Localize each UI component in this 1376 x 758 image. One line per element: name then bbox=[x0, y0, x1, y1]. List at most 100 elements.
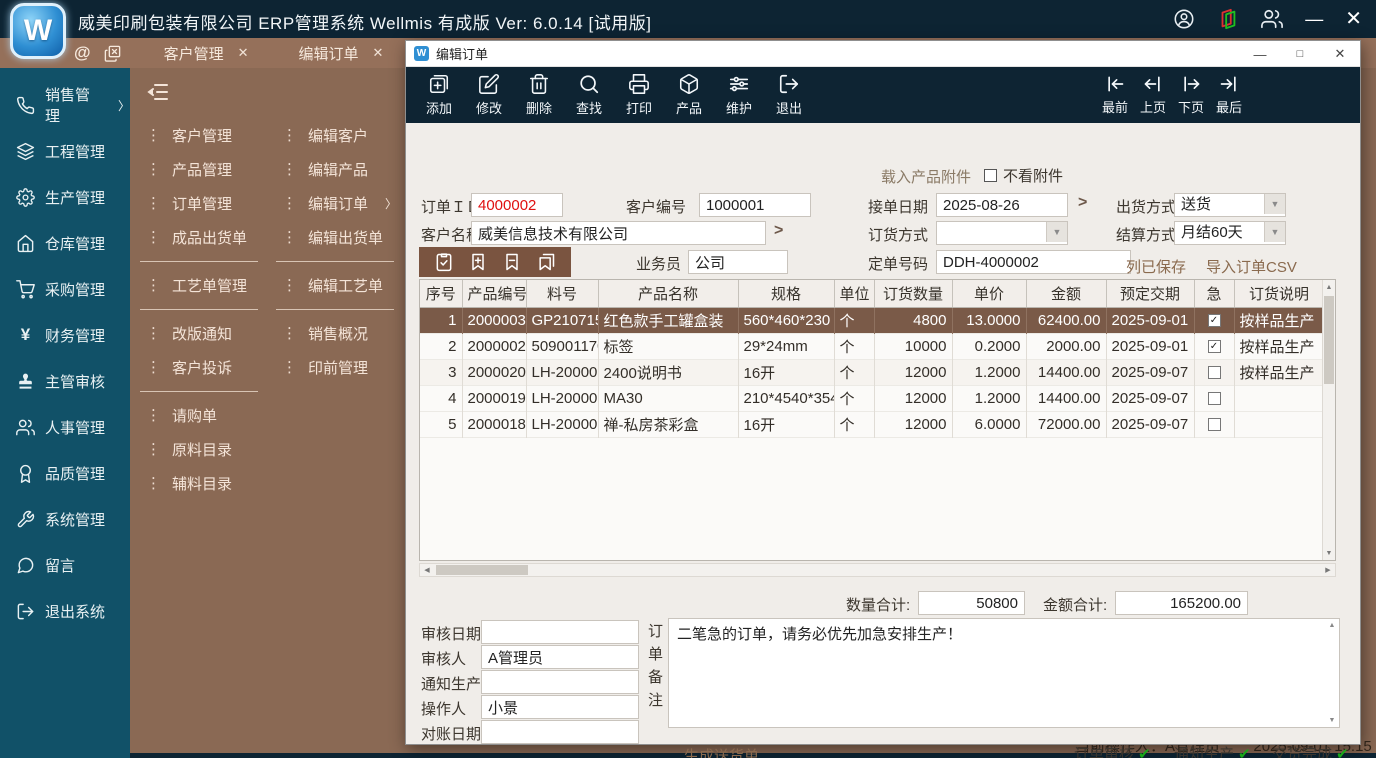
bookmark-add-icon[interactable] bbox=[468, 252, 488, 272]
menu-item-product-mgmt[interactable]: ⋮产品管理 bbox=[140, 152, 270, 186]
account-icon[interactable] bbox=[1173, 8, 1195, 30]
grid-header-row[interactable]: 序号产品编号 料号产品名称 规格单位 订货数量单价 金额预定交期 急订货说明 bbox=[420, 280, 1324, 307]
sidebar-item-engineering[interactable]: 工程管理 bbox=[0, 128, 130, 174]
close-all-tabs-icon[interactable] bbox=[103, 44, 122, 63]
menu-item-edit-process-sheet[interactable]: ⋮编辑工艺单 bbox=[276, 268, 406, 302]
table-row[interactable]: 52000018 LH-2000018禅-私房茶彩盒 16开个 120006.0… bbox=[420, 411, 1324, 437]
add-button[interactable]: 添加 bbox=[414, 69, 464, 121]
tab-customer-management[interactable]: 客户管理 ✕ bbox=[146, 43, 267, 64]
scroll-down-arrow[interactable]: ▼ bbox=[1323, 546, 1335, 560]
menu-item-prepress-mgmt[interactable]: ⋮印前管理 bbox=[276, 350, 406, 384]
receive-date-field[interactable] bbox=[936, 193, 1068, 217]
menu-item-customer-complaint[interactable]: ⋮客户投诉 bbox=[140, 350, 270, 384]
sidebar-item-purchasing[interactable]: 采购管理 bbox=[0, 266, 130, 312]
dropdown-arrow-icon[interactable]: ▼ bbox=[1264, 222, 1285, 242]
first-record-button[interactable]: 最前 bbox=[1096, 69, 1134, 121]
delete-button[interactable]: 删除 bbox=[514, 69, 564, 121]
order-memo-field[interactable]: 二笔急的订单，请务必优先加急安排生产！ bbox=[668, 618, 1340, 728]
print-button[interactable]: 打印 bbox=[614, 69, 664, 121]
import-order-csv-link[interactable]: 导入订单CSV bbox=[1206, 256, 1297, 277]
menu-item-sales-overview[interactable]: ⋮销售概况 bbox=[276, 316, 406, 350]
table-row[interactable]: 42000019 LH-2000019MA30 210*4540*354mm个 … bbox=[420, 385, 1324, 411]
order-method-select[interactable]: ▼ bbox=[936, 221, 1068, 245]
prev-page-button[interactable]: 上页 bbox=[1134, 69, 1172, 121]
audit-date-field[interactable] bbox=[481, 620, 639, 644]
tab-close-icon[interactable]: ✕ bbox=[373, 45, 384, 61]
customer-no-field[interactable] bbox=[699, 193, 811, 217]
auditor-field[interactable] bbox=[481, 645, 639, 669]
scroll-up-arrow[interactable]: ▲ bbox=[1325, 619, 1339, 632]
order-no-field[interactable] bbox=[936, 250, 1131, 274]
columns-saved-link[interactable]: 列已保存 bbox=[1126, 256, 1186, 277]
tab-edit-order[interactable]: 编辑订单 ✕ bbox=[281, 43, 402, 64]
menu-item-order-mgmt[interactable]: ⋮订单管理 bbox=[140, 186, 270, 220]
customer-name-field[interactable] bbox=[471, 221, 766, 245]
make-delivery-note-link[interactable]: 生成送货单 bbox=[684, 745, 759, 758]
clipboard-check-icon[interactable] bbox=[434, 252, 454, 272]
bookmark-remove-icon[interactable] bbox=[502, 252, 522, 272]
menu-item-raw-material-catalog[interactable]: ⋮原料目录 bbox=[140, 432, 270, 466]
modules-icon[interactable] bbox=[1217, 8, 1239, 30]
collapse-menu-icon[interactable] bbox=[146, 80, 170, 104]
urgent-checkbox[interactable] bbox=[1208, 392, 1221, 405]
notify-production-status[interactable]: 通知生产 ✔ bbox=[1174, 743, 1251, 758]
last-record-button[interactable]: 最后 bbox=[1210, 69, 1248, 121]
scroll-down-arrow[interactable]: ▼ bbox=[1325, 714, 1339, 727]
menu-item-revision-notice[interactable]: ⋮改版通知 bbox=[140, 316, 270, 350]
load-product-attachment-link[interactable]: 载入产品附件 bbox=[881, 166, 971, 187]
sidebar-item-warehouse[interactable]: 仓库管理 bbox=[0, 220, 130, 266]
order-audit-status[interactable]: 订单审核 ✔ bbox=[1074, 743, 1151, 758]
bookmark-copy-icon[interactable] bbox=[536, 252, 556, 272]
scroll-up-arrow[interactable]: ▲ bbox=[1323, 280, 1335, 294]
exit-button[interactable]: 退出 bbox=[764, 69, 814, 121]
checkbox-box[interactable] bbox=[984, 169, 997, 182]
edit-button[interactable]: 修改 bbox=[464, 69, 514, 121]
notify-production-field[interactable] bbox=[481, 670, 639, 694]
ship-method-select[interactable]: 送货▼ bbox=[1174, 193, 1286, 217]
sidebar-item-system[interactable]: 系统管理 bbox=[0, 496, 130, 542]
urgent-checkbox[interactable]: ✓ bbox=[1208, 314, 1221, 327]
grid-vertical-scrollbar[interactable]: ▲ ▼ bbox=[1322, 280, 1335, 560]
window-close-button[interactable]: ✕ bbox=[1345, 0, 1362, 38]
sidebar-item-supervisor-audit[interactable]: 主管审核 bbox=[0, 358, 130, 404]
link-icon[interactable]: @ bbox=[74, 43, 91, 63]
dropdown-arrow-icon[interactable]: ▼ bbox=[1264, 194, 1285, 214]
operator-field[interactable] bbox=[481, 695, 639, 719]
urgent-checkbox[interactable]: ✓ bbox=[1208, 340, 1221, 353]
product-button[interactable]: 产品 bbox=[664, 69, 714, 121]
menu-item-purchase-request[interactable]: ⋮请购单 bbox=[140, 398, 270, 432]
users-icon[interactable] bbox=[1261, 8, 1283, 30]
sidebar-item-logout[interactable]: 退出系统 bbox=[0, 588, 130, 634]
sidebar-item-production[interactable]: 生产管理 bbox=[0, 174, 130, 220]
dropdown-arrow-icon[interactable]: ▼ bbox=[1046, 222, 1067, 242]
menu-item-edit-shipment[interactable]: ⋮编辑出货单 bbox=[276, 220, 406, 254]
scroll-thumb[interactable] bbox=[436, 565, 528, 575]
menu-item-auxiliary-catalog[interactable]: ⋮辅料目录 bbox=[140, 466, 270, 500]
order-id-field[interactable] bbox=[471, 193, 563, 217]
dialog-minimize-button[interactable]: — bbox=[1240, 47, 1280, 62]
date-picker-arrow[interactable]: > bbox=[1078, 194, 1087, 212]
sidebar-item-quality[interactable]: 品质管理 bbox=[0, 450, 130, 496]
menu-item-customer-mgmt[interactable]: ⋮客户管理 bbox=[140, 118, 270, 152]
table-row[interactable]: 22000002 5090011703D标签 29*24mm个 100000.2… bbox=[420, 333, 1324, 359]
tab-close-icon[interactable]: ✕ bbox=[238, 45, 249, 61]
reconcile-date-field[interactable] bbox=[481, 720, 639, 744]
menu-item-edit-customer[interactable]: ⋮编辑客户 bbox=[276, 118, 406, 152]
delivery-complete-status[interactable]: 交货完成 ✔ bbox=[1272, 743, 1349, 758]
scroll-right-arrow[interactable]: ▶ bbox=[1321, 564, 1335, 576]
scroll-thumb[interactable] bbox=[1324, 296, 1334, 384]
grid-horizontal-scrollbar[interactable]: ◀ ▶ bbox=[419, 563, 1336, 577]
dialog-close-button[interactable]: ✕ bbox=[1320, 46, 1360, 62]
menu-item-process-sheet-mgmt[interactable]: ⋮工艺单管理 bbox=[140, 268, 270, 302]
menu-item-edit-product[interactable]: ⋮编辑产品 bbox=[276, 152, 406, 186]
dialog-maximize-button[interactable]: □ bbox=[1280, 48, 1320, 60]
maintain-button[interactable]: 维护 bbox=[714, 69, 764, 121]
sidebar-item-finance[interactable]: ¥财务管理 bbox=[0, 312, 130, 358]
table-row[interactable]: 12000003 GP210715008红色款手工罐盒装 560*460*230… bbox=[420, 307, 1324, 333]
urgent-checkbox[interactable] bbox=[1208, 366, 1221, 379]
customer-lookup-arrow[interactable]: > bbox=[774, 222, 783, 240]
sidebar-item-messages[interactable]: 留言 bbox=[0, 542, 130, 588]
settle-method-select[interactable]: 月结60天▼ bbox=[1174, 221, 1286, 245]
salesman-field[interactable] bbox=[688, 250, 788, 274]
scroll-left-arrow[interactable]: ◀ bbox=[420, 564, 434, 576]
